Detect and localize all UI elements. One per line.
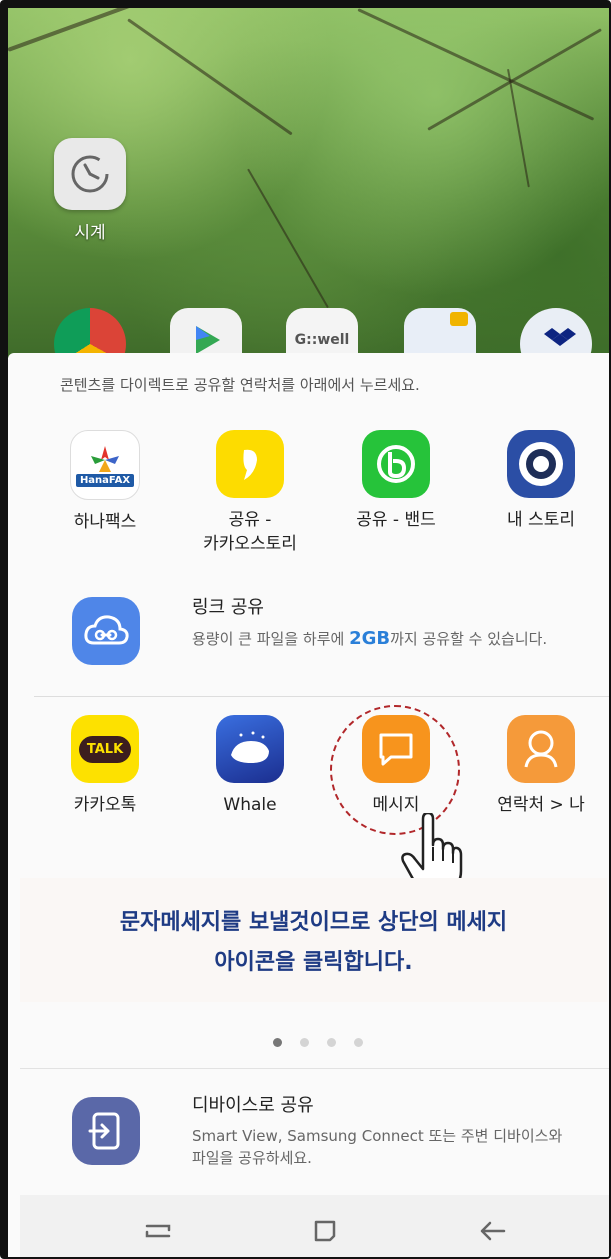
instruction-line-2: 아이콘을 클릭합니다.	[214, 950, 413, 975]
band-icon	[362, 430, 430, 498]
cloud-link-icon	[72, 597, 140, 665]
direct-share-hanafax[interactable]: HanaFAX 하나팩스	[35, 430, 175, 534]
link-share-size: 2GB	[349, 628, 391, 649]
link-share-description: 용량이 큰 파일을 하루에 2GB까지 공유할 수 있습니다.	[192, 628, 548, 649]
device-share-icon	[72, 1097, 140, 1165]
app-label: 공유 - 밴드	[356, 510, 436, 530]
app-whale[interactable]: Whale	[180, 715, 320, 817]
app-label: Whale	[223, 795, 277, 815]
whale-icon	[216, 715, 284, 783]
clock-label: 시계	[74, 223, 106, 243]
divider	[34, 696, 609, 697]
hanafax-logo-text: HanaFAX	[75, 473, 135, 487]
direct-share-my-story[interactable]: 내 스토리	[471, 430, 609, 532]
back-icon[interactable]	[473, 1215, 513, 1247]
share-sheet-title: 콘텐츠를 다이렉트로 공유할 연락처를 아래에서 누르세요.	[60, 376, 420, 394]
link-share-row[interactable]: 링크 공유 용량이 큰 파일을 하루에 2GB까지 공유할 수 있습니다.	[68, 593, 568, 673]
app-label: 하나팩스	[73, 512, 137, 532]
device-share-title: 디바이스로 공유	[192, 1095, 314, 1116]
page-dot-active	[273, 1038, 282, 1047]
recent-apps-icon[interactable]	[138, 1215, 178, 1247]
page-indicator	[273, 1038, 363, 1047]
kakaotalk-icon: TALK	[71, 715, 139, 783]
clock-app[interactable]: 시계	[54, 138, 126, 243]
clock-icon	[54, 138, 126, 210]
app-label: 연락처 > 나	[497, 795, 585, 815]
page-dot	[300, 1038, 309, 1047]
divider	[20, 1068, 609, 1069]
page-dot	[327, 1038, 336, 1047]
gwell-logo-text: G::well	[294, 332, 350, 348]
home-icon[interactable]	[305, 1215, 345, 1247]
app-label-line2: 카카오스토리	[203, 534, 297, 554]
direct-share-kakaostory[interactable]: 공유 - 카카오스토리	[180, 430, 320, 556]
instruction-text: 문자메세지를 보낼것이므로 상단의 메세지 아이콘을 클릭합니다.	[20, 903, 607, 983]
app-label: 카카오톡	[73, 795, 137, 815]
device-share-description: Smart View, Samsung Connect 또는 주변 디바이스와 …	[192, 1127, 563, 1167]
app-contact-me[interactable]: 연락처 > 나	[471, 715, 609, 817]
page-dot	[354, 1038, 363, 1047]
kakaostory-icon	[216, 430, 284, 498]
hanafax-icon: HanaFAX	[70, 430, 140, 500]
app-kakaotalk[interactable]: TALK 카카오톡	[35, 715, 175, 817]
kakaotalk-logo-text: TALK	[78, 735, 132, 763]
contact-icon	[507, 715, 575, 783]
link-share-title: 링크 공유	[192, 597, 264, 618]
app-label-line1: 공유 -	[228, 510, 272, 530]
phone-frame: 시계 G::well 콘텐츠를 다이렉트로 공유할 연락처를 아래에서 누르세요…	[0, 0, 611, 1259]
my-story-camera-icon	[507, 430, 575, 498]
app-label: 내 스토리	[507, 510, 575, 530]
direct-share-band[interactable]: 공유 - 밴드	[326, 430, 466, 532]
device-share-row[interactable]: 디바이스로 공유 Smart View, Samsung Connect 또는 …	[68, 1091, 588, 1171]
instruction-line-1: 문자메세지를 보낼것이므로 상단의 메세지	[119, 910, 508, 935]
